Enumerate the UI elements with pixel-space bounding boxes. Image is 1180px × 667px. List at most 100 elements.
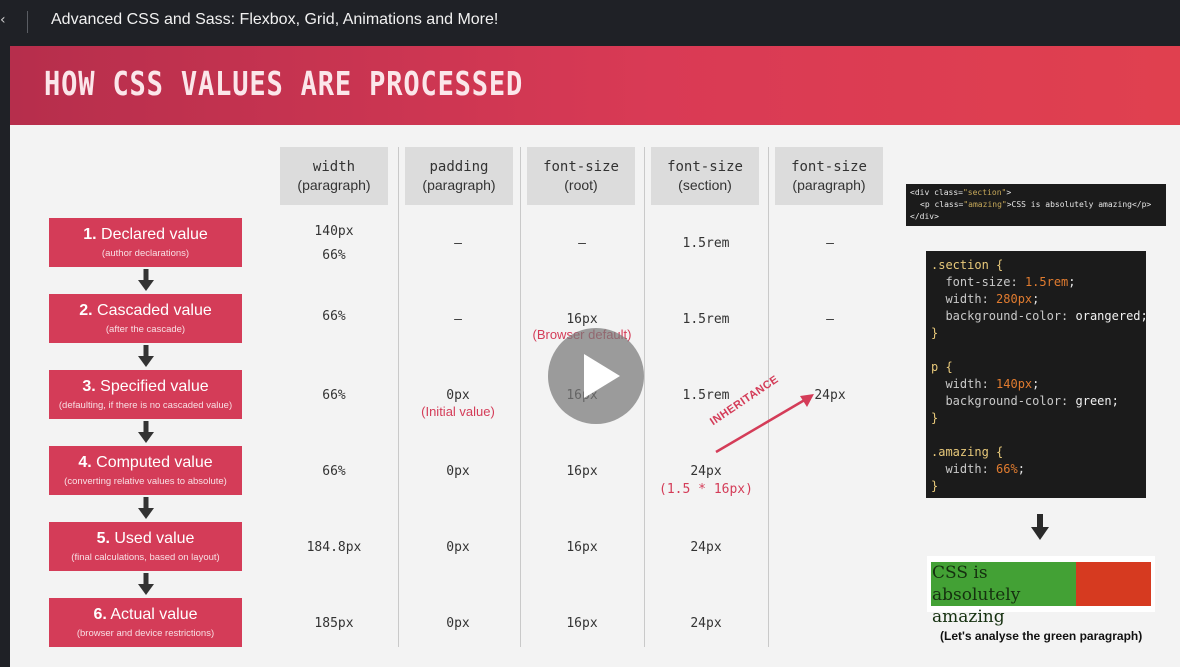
column-prop: font-size bbox=[791, 159, 867, 175]
cell-declared-font-paragraph: – bbox=[826, 236, 834, 251]
code-value: orangered; bbox=[1075, 309, 1148, 323]
code-prop: background-color: bbox=[945, 394, 1076, 408]
course-title: Advanced CSS and Sass: Flexbox, Grid, An… bbox=[51, 11, 499, 28]
code-value: 280px bbox=[996, 292, 1033, 306]
column-prop: font-size bbox=[543, 159, 619, 175]
code-selector: p { bbox=[931, 360, 953, 374]
code-selector: .amazing { bbox=[931, 445, 1004, 459]
cell-cascaded-font-root: 16px bbox=[566, 312, 598, 327]
column-header-padding: padding (paragraph) bbox=[405, 147, 513, 205]
column-divider bbox=[644, 147, 645, 647]
orangered-section-bg bbox=[1076, 562, 1151, 606]
column-prop: width bbox=[312, 159, 356, 175]
step-used: 5. Used value (final calculations, based… bbox=[49, 522, 242, 571]
down-arrow-icon bbox=[138, 421, 154, 443]
code-prop: width: bbox=[945, 292, 997, 306]
down-arrow-icon bbox=[138, 497, 154, 519]
code-tag: > bbox=[1006, 188, 1012, 197]
column-scope: (paragraph) bbox=[422, 177, 496, 193]
code-tag: <div class= bbox=[910, 188, 963, 197]
column-scope: (paragraph) bbox=[792, 177, 866, 193]
column-prop: font-size bbox=[667, 159, 743, 175]
slide-banner: HOW CSS VALUES ARE PROCESSED bbox=[10, 46, 1180, 125]
step-subtitle: (final calculations, based on layout) bbox=[71, 552, 220, 563]
step-number: 4. bbox=[78, 454, 92, 471]
cell-actual-font-section: 24px bbox=[690, 616, 722, 631]
cell-used-font-root: 16px bbox=[566, 540, 598, 555]
column-scope: (paragraph) bbox=[297, 177, 371, 193]
step-name: Cascaded value bbox=[97, 302, 212, 319]
code-prop: width: bbox=[945, 462, 997, 476]
rendered-result: CSS is absolutely amazing bbox=[927, 556, 1155, 627]
cell-computed-width: 66% bbox=[322, 464, 346, 479]
code-attr: "amazing" bbox=[963, 200, 1007, 209]
html-snippet: <div class="section"> <p class="amazing"… bbox=[906, 184, 1166, 226]
code-brace: } bbox=[931, 479, 939, 493]
cell-computed-font-section: 24px bbox=[690, 464, 722, 479]
step-specified: 3. Specified value (defaulting, if there… bbox=[49, 370, 242, 419]
cell-actual-width: 185px bbox=[314, 616, 354, 631]
cell-declared-padding: – bbox=[454, 236, 462, 251]
code-tag: <p class= bbox=[920, 200, 964, 209]
cell-note-initial-value: (Initial value) bbox=[421, 404, 495, 419]
css-code-block: .section { font-size: 1.5rem; width: 280… bbox=[926, 251, 1148, 498]
step-name: Actual value bbox=[110, 606, 198, 623]
step-subtitle: (browser and device restrictions) bbox=[76, 628, 215, 639]
cell-cascaded-font-section: 1.5rem bbox=[682, 312, 730, 327]
cell-used-padding: 0px bbox=[446, 540, 470, 555]
cell-cascaded-width: 66% bbox=[322, 309, 346, 324]
column-scope: (root) bbox=[564, 177, 598, 193]
code-tag: </div> bbox=[910, 212, 939, 221]
step-computed: 4. Computed value (converting relative v… bbox=[49, 446, 242, 495]
code-brace: } bbox=[931, 326, 939, 340]
step-number: 1. bbox=[83, 226, 97, 243]
cell-specified-width: 66% bbox=[322, 388, 346, 403]
code-attr: "section" bbox=[962, 188, 1007, 197]
code-punct: ; bbox=[1032, 377, 1040, 391]
down-arrow-icon bbox=[138, 345, 154, 367]
cell-declared-font-root: – bbox=[578, 236, 586, 251]
cell-cascaded-font-paragraph: – bbox=[826, 312, 834, 327]
code-value: 66% bbox=[996, 462, 1018, 476]
code-brace: } bbox=[931, 411, 939, 425]
green-paragraph: CSS is absolutely amazing bbox=[931, 562, 1076, 627]
step-subtitle: (after the cascade) bbox=[105, 324, 186, 335]
cell-declared-width-amazing: 66% bbox=[322, 248, 346, 263]
cell-actual-font-root: 16px bbox=[566, 616, 598, 631]
cell-used-font-section: 24px bbox=[690, 540, 722, 555]
column-header-width: width (paragraph) bbox=[280, 147, 388, 205]
code-punct: ; bbox=[1017, 462, 1025, 476]
step-name: Specified value bbox=[100, 378, 209, 395]
step-number: 2. bbox=[79, 302, 93, 319]
column-header-font-size-section: font-size (section) bbox=[651, 147, 759, 205]
slide-title: HOW CSS VALUES ARE PROCESSED bbox=[44, 64, 524, 103]
step-cascaded: 2. Cascaded value (after the cascade) bbox=[49, 294, 242, 343]
chevron-icon[interactable]: ‹ bbox=[0, 12, 6, 28]
column-prop: padding bbox=[429, 159, 489, 175]
cell-specified-padding: 0px bbox=[446, 388, 470, 403]
code-value: green; bbox=[1075, 394, 1119, 408]
column-header-font-size-root: font-size (root) bbox=[527, 147, 635, 205]
step-name: Computed value bbox=[96, 454, 213, 471]
result-caption: (Let's analyse the green paragraph) bbox=[940, 629, 1143, 643]
step-actual: 6. Actual value (browser and device rest… bbox=[49, 598, 242, 647]
divider bbox=[27, 11, 28, 33]
code-punct: ; bbox=[1032, 292, 1040, 306]
cell-declared-width-p: 140px bbox=[314, 224, 354, 239]
code-punct: ; bbox=[1068, 275, 1076, 289]
cell-note-calculation: (1.5 * 16px) bbox=[659, 482, 753, 497]
code-text: >CSS is absolutely amazing</p> bbox=[1006, 200, 1152, 209]
step-subtitle: (author declarations) bbox=[101, 248, 190, 259]
step-number: 3. bbox=[82, 378, 96, 395]
column-header-font-size-paragraph: font-size (paragraph) bbox=[775, 147, 883, 205]
code-prop: width: bbox=[945, 377, 997, 391]
code-value: 140px bbox=[996, 377, 1033, 391]
down-arrow-icon bbox=[138, 573, 154, 595]
step-subtitle: (converting relative values to absolute) bbox=[64, 476, 227, 487]
step-number: 5. bbox=[96, 530, 110, 547]
play-button[interactable] bbox=[548, 328, 644, 424]
code-prop: background-color: bbox=[945, 309, 1076, 323]
code-prop: font-size: bbox=[945, 275, 1025, 289]
down-arrow-icon bbox=[138, 269, 154, 291]
code-value: 1.5rem bbox=[1024, 275, 1069, 289]
